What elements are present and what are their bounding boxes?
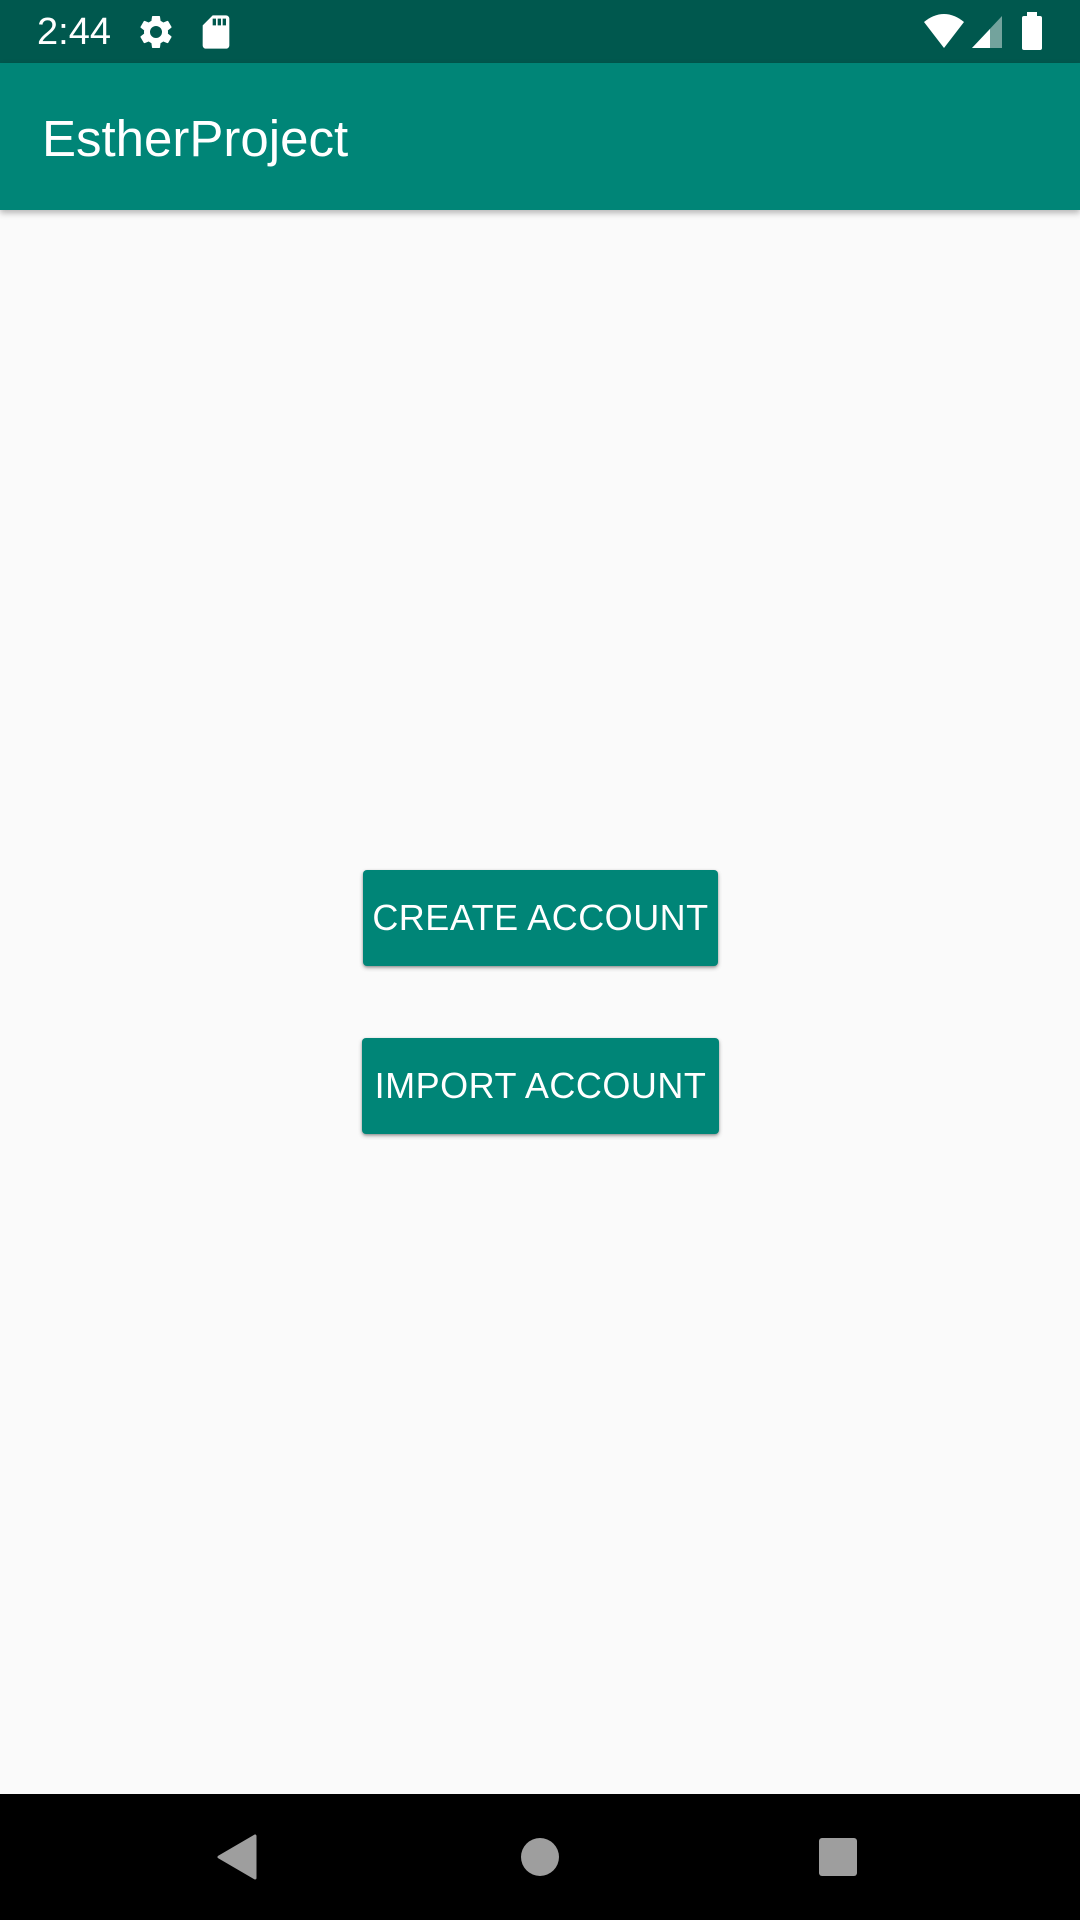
app-title: EstherProject — [42, 110, 349, 167]
recents-icon[interactable] — [798, 1817, 878, 1897]
navigation-bar — [0, 1794, 1080, 1920]
create-account-button[interactable]: CREATE ACCOUNT — [363, 870, 718, 966]
app-bar: EstherProject — [0, 63, 1080, 210]
battery-icon — [1020, 12, 1044, 52]
sd-card-icon — [196, 12, 236, 52]
back-icon[interactable] — [198, 1817, 278, 1897]
wifi-icon — [922, 12, 966, 52]
screen: 2:44 EstherProject CREATE ACCOUNT IMPORT… — [0, 0, 1080, 1920]
signal-icon — [970, 12, 1004, 52]
import-account-button[interactable]: IMPORT ACCOUNT — [362, 1038, 719, 1134]
gear-icon — [136, 12, 176, 52]
status-time: 2:44 — [37, 11, 111, 53]
main-content: CREATE ACCOUNT IMPORT ACCOUNT — [0, 210, 1080, 1794]
status-bar: 2:44 — [0, 0, 1080, 63]
home-icon[interactable] — [500, 1817, 580, 1897]
